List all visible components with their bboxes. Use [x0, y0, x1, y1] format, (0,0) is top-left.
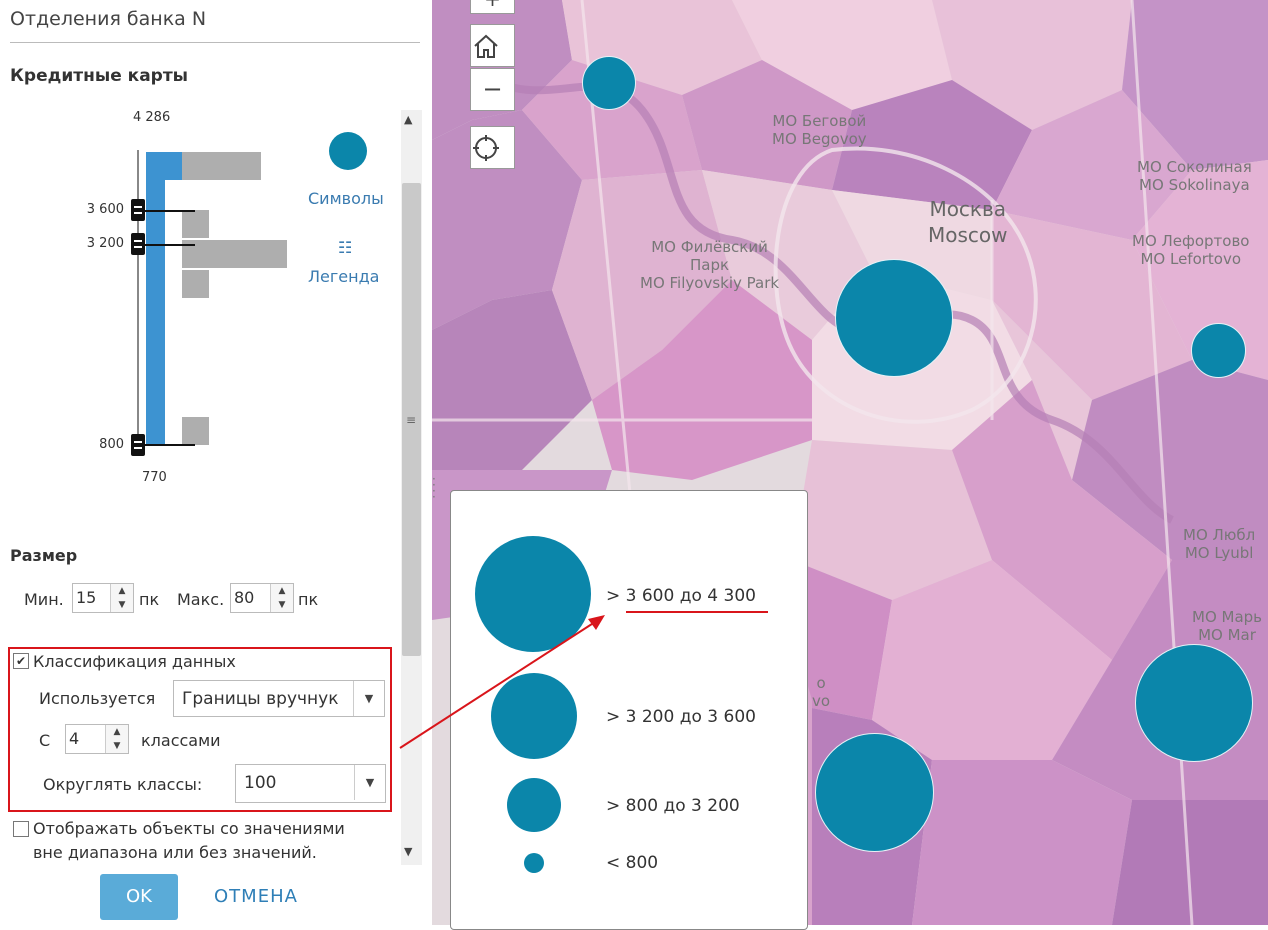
break-handle-2[interactable]: [131, 233, 145, 255]
max-size-unit: пк: [298, 590, 319, 609]
scroll-up-arrow-icon[interactable]: ▲: [404, 113, 412, 126]
title-divider: [10, 42, 420, 43]
district-label: МО Марь MO Mar: [1192, 608, 1263, 644]
locate-icon: [473, 135, 499, 161]
locate-button[interactable]: [470, 126, 515, 169]
histogram-max-label: 4 286: [133, 110, 171, 125]
legend-symbol-medium: [491, 673, 577, 759]
branch-symbol[interactable]: [815, 733, 934, 852]
min-size-label: Мин.: [24, 590, 64, 609]
histogram-bar: [182, 152, 261, 180]
legend-link[interactable]: Легенда: [308, 267, 379, 286]
legend-icon[interactable]: ☷: [338, 238, 352, 257]
classification-checkbox[interactable]: ✔: [13, 653, 29, 669]
legend-symbol-tiny: [524, 853, 544, 873]
section-title: Кредитные карты: [10, 66, 189, 86]
stepper-arrows-icon[interactable]: ▲ ▼: [105, 725, 128, 753]
city-label: Москва Moscow: [928, 197, 1008, 247]
break-handle-1[interactable]: [131, 199, 145, 221]
legend-item-label: > 3 600 до 4 300: [606, 586, 756, 606]
chevron-down-icon[interactable]: ▼: [353, 681, 384, 716]
style-panel: Отделения банка N Кредитные карты 4 286 …: [0, 0, 432, 925]
break-label-3: 800: [99, 437, 124, 452]
round-select[interactable]: 100 ▼: [235, 764, 386, 803]
legend-underline: [626, 611, 768, 613]
histogram-range-bar-top: [146, 152, 182, 180]
zoom-in-button[interactable]: +: [470, 0, 515, 14]
break-line-2: [145, 244, 195, 246]
classes-suffix: классами: [141, 731, 221, 750]
scroll-down-arrow-icon[interactable]: ▼: [404, 845, 412, 858]
max-size-stepper[interactable]: 80 ▲ ▼: [230, 583, 294, 613]
splitter-grip-icon[interactable]: · · · ·: [432, 473, 438, 506]
branch-symbol[interactable]: [1191, 323, 1246, 378]
min-size-unit: пк: [139, 590, 160, 609]
symbols-link[interactable]: Символы: [308, 189, 384, 208]
break-line-1: [145, 210, 195, 212]
break-handle-3[interactable]: [131, 434, 145, 456]
scroll-grip-icon: ≡: [406, 413, 417, 427]
branch-symbol[interactable]: [835, 259, 953, 377]
out-of-range-label-2: вне диапазона или без значений.: [33, 843, 317, 862]
histogram-bar: [182, 210, 209, 238]
ok-button[interactable]: OK: [100, 874, 178, 920]
classes-value[interactable]: 4: [69, 729, 79, 748]
method-label: Используется: [39, 689, 156, 708]
panel-title: Отделения банка N: [10, 8, 207, 30]
stepper-arrows-icon[interactable]: ▲ ▼: [270, 584, 293, 612]
min-size-stepper[interactable]: 15 ▲ ▼: [72, 583, 134, 613]
break-label-1: 3 600: [86, 202, 124, 217]
classification-label: Классификация данных: [33, 652, 236, 671]
legend-symbol-small: [507, 778, 561, 832]
classes-stepper[interactable]: 4 ▲ ▼: [65, 724, 129, 754]
district-label: МО Лефортово MO Lefortovo: [1132, 232, 1250, 268]
cancel-button[interactable]: ОТМЕНА: [214, 886, 298, 907]
district-label: о vo: [812, 674, 831, 710]
break-label-2: 3 200: [86, 236, 124, 251]
chevron-down-icon[interactable]: ▼: [354, 765, 385, 800]
histogram-bar: [182, 270, 209, 298]
legend-symbol-large: [475, 536, 591, 652]
district-label: МО Филёвский Парк MO Filyovskiy Park: [640, 238, 780, 292]
legend-item-label: < 800: [606, 853, 659, 873]
round-label: Округлять классы:: [43, 775, 203, 794]
histogram-min-label: 770: [142, 470, 167, 485]
max-size-label: Макс.: [177, 590, 225, 609]
out-of-range-label-1: Отображать объекты со значениями: [33, 819, 345, 838]
break-line-3: [145, 444, 195, 446]
method-select[interactable]: Границы вручнук ▼: [173, 680, 385, 717]
round-value: 100: [244, 773, 277, 793]
histogram-bar: [182, 417, 209, 445]
zoom-out-button[interactable]: −: [470, 68, 515, 111]
min-size-value[interactable]: 15: [76, 588, 96, 607]
legend-item-label: > 3 200 до 3 600: [606, 707, 756, 727]
histogram-track: [137, 150, 139, 455]
symbol-preview[interactable]: [329, 132, 367, 170]
district-label: МО Любл MO Lyubl: [1183, 526, 1256, 562]
stepper-arrows-icon[interactable]: ▲ ▼: [110, 584, 133, 612]
max-size-value[interactable]: 80: [234, 588, 254, 607]
method-value: Границы вручнук: [182, 689, 339, 709]
legend-popup: > 3 600 до 4 300 > 3 200 до 3 600 > 800 …: [450, 490, 808, 930]
district-label: МО Беговой MO Begovoy: [772, 112, 867, 148]
home-button[interactable]: [470, 24, 515, 67]
district-label: МО Соколиная MO Sokolinaya: [1137, 158, 1252, 194]
out-of-range-checkbox[interactable]: [13, 821, 29, 837]
size-title: Размер: [10, 546, 78, 565]
classes-prefix: С: [39, 731, 51, 750]
histogram-bar: [182, 240, 287, 268]
histogram-range-bar: [146, 152, 165, 444]
branch-symbol[interactable]: [582, 56, 636, 110]
branch-symbol[interactable]: [1135, 644, 1253, 762]
legend-item-label: > 800 до 3 200: [606, 796, 740, 816]
home-icon: [474, 34, 498, 58]
